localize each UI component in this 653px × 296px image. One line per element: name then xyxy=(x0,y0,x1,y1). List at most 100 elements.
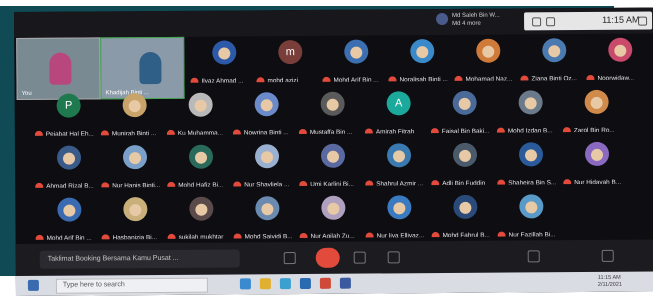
mic-muted-icon xyxy=(256,77,265,83)
participant-tile[interactable]: Ziana Binti Oz... xyxy=(518,34,594,93)
participant-avatar xyxy=(344,39,369,64)
camera-toggle-icon[interactable] xyxy=(353,251,366,264)
participant-tile[interactable]: Mohd Arif Bin ... xyxy=(320,35,396,94)
mic-muted-icon xyxy=(322,76,331,82)
teams-icon[interactable] xyxy=(339,277,351,289)
taskbar-search[interactable]: Type here to search xyxy=(55,277,208,294)
participant-tile[interactable]: Umi Karlini Bi... xyxy=(297,139,373,198)
participant-tile[interactable]: Noorwidaw... xyxy=(584,33,653,92)
mic-muted-icon xyxy=(190,77,199,83)
store-icon[interactable] xyxy=(279,278,291,290)
end-call-button[interactable] xyxy=(315,247,340,268)
participant-tile[interactable]: Nowrina Binti ... xyxy=(231,88,307,147)
participant-name: Zarol Bin Ro... xyxy=(573,127,615,133)
face-icon xyxy=(614,44,627,57)
face-icon xyxy=(548,45,561,58)
participant-tile[interactable]: Noralisah Binti ... xyxy=(386,35,462,94)
mic-muted-icon xyxy=(232,129,241,135)
participant-tile[interactable]: A Amirah Fitrah xyxy=(363,87,439,146)
participant-tile[interactable]: Ilyaz Ahmad ... xyxy=(188,36,264,95)
participant-avatar xyxy=(452,142,478,167)
mic-muted-icon xyxy=(35,234,44,240)
mic-toggle-icon[interactable] xyxy=(283,252,296,265)
participant-name: Nur Shayliela ... xyxy=(244,181,290,187)
message-placeholder: Taklimat Booking Bersama Kamu Pusat ... xyxy=(47,254,179,263)
participant-tile[interactable]: Nur Hidayah B... xyxy=(561,138,637,197)
taskbar-clock: 11:15 AM 2/11/2021 xyxy=(598,275,622,289)
face-icon xyxy=(194,99,207,112)
settings-icon[interactable] xyxy=(638,16,648,26)
mic-muted-icon xyxy=(35,182,44,188)
participant-avatar xyxy=(57,197,82,222)
host-name: Md Saleh Bin W... xyxy=(452,12,500,19)
host-more: Md 4 more xyxy=(452,20,481,27)
participant-avatar xyxy=(320,143,346,168)
mic-muted-icon xyxy=(100,130,109,136)
mic-muted-icon xyxy=(586,74,595,81)
participant-name: Noralisah Binti ... xyxy=(399,76,448,82)
face-icon xyxy=(350,46,363,59)
participant-name: Ahmad Rizal B... xyxy=(46,182,94,188)
meeting-window: Md Saleh Bin W... Md 4 more 11:15 AM You… xyxy=(14,7,653,296)
mic-muted-icon xyxy=(101,182,110,188)
window-icon[interactable] xyxy=(546,17,556,27)
participant-name: Shahrul Azmir ... xyxy=(376,180,424,186)
participant-tile[interactable]: Mohamad Naz... xyxy=(452,34,528,93)
participant-tile[interactable]: Nur Shayliela ... xyxy=(231,140,307,199)
participant-avatar xyxy=(188,92,213,117)
face-icon xyxy=(218,47,231,60)
chat-icon[interactable] xyxy=(601,249,614,262)
participant-avatar xyxy=(410,39,435,64)
participant-tile[interactable]: Ahmad Rizal B... xyxy=(33,141,109,200)
folder-icon[interactable] xyxy=(259,278,271,290)
face-icon xyxy=(128,100,141,113)
participant-tile[interactable]: Faisal Bin Baki... xyxy=(429,87,505,146)
participant-tile[interactable]: P Pejabat Hal Eh... xyxy=(33,89,109,148)
participant-tile[interactable]: Nur Hanis Binti... xyxy=(99,141,175,200)
person-silhouette xyxy=(139,51,162,85)
face-icon xyxy=(63,204,76,217)
participant-tile[interactable]: Mustaffa Bin ... xyxy=(297,87,373,146)
share-screen-icon[interactable] xyxy=(387,251,400,264)
face-icon xyxy=(392,150,406,163)
participant-avatar xyxy=(320,91,345,116)
participant-avatar xyxy=(608,37,633,62)
participant-avatar xyxy=(386,143,412,168)
participant-tile[interactable]: Munirah Binti ... xyxy=(99,89,175,148)
participant-name: Ilyaz Ahmad ... xyxy=(201,77,244,83)
face-icon xyxy=(260,99,273,112)
face-icon xyxy=(261,203,274,216)
face-icon xyxy=(416,46,429,59)
participant-tile[interactable]: Shahrul Azmir ... xyxy=(363,139,439,198)
participant-name: Nur Iiya Elliyaz... xyxy=(376,232,425,238)
mic-muted-icon xyxy=(299,180,308,187)
start-icon[interactable] xyxy=(27,279,39,291)
mic-muted-icon xyxy=(299,232,308,239)
participant-name: Mohd Arif Bin ... xyxy=(46,234,92,240)
participant-tile[interactable]: Adli Bin Fuddin xyxy=(429,139,505,198)
mic-muted-icon xyxy=(430,127,439,134)
participant-tile[interactable]: Mohd Hafiz Bi... xyxy=(165,140,241,199)
participant-tile[interactable]: Ku Muhamma... xyxy=(165,88,241,147)
chrome-icon[interactable] xyxy=(319,277,331,289)
mail-icon[interactable] xyxy=(299,277,311,290)
participant-name: Pejabat Hal Eh... xyxy=(45,130,94,136)
mic-muted-icon xyxy=(365,232,374,238)
participant-avatar xyxy=(519,194,544,219)
edge-icon[interactable] xyxy=(239,278,251,290)
mic-muted-icon xyxy=(101,234,110,240)
people-icon[interactable] xyxy=(527,250,540,263)
participant-name: Adli Bin Fuddin xyxy=(442,179,486,186)
participant-tile[interactable]: m mohd azizi xyxy=(254,36,330,95)
participant-name: Nur Hidayah B... xyxy=(574,179,622,185)
message-input[interactable]: Taklimat Booking Bersama Kamu Pusat ... xyxy=(39,249,240,269)
layout-icon[interactable] xyxy=(532,17,542,27)
mic-muted-icon xyxy=(563,178,572,185)
participant-name-row: Nur Hidayah B... xyxy=(563,174,639,185)
participant-tile[interactable]: Zarol Bin Ro... xyxy=(561,86,637,145)
participant-tile[interactable]: Shaheira Bin S... xyxy=(495,138,571,197)
host-indicator[interactable]: Md Saleh Bin W... Md 4 more xyxy=(436,10,526,31)
participant-tile[interactable]: Mohd Izdan B... xyxy=(495,86,571,145)
face-icon xyxy=(525,201,538,214)
mic-muted-icon xyxy=(167,233,176,239)
